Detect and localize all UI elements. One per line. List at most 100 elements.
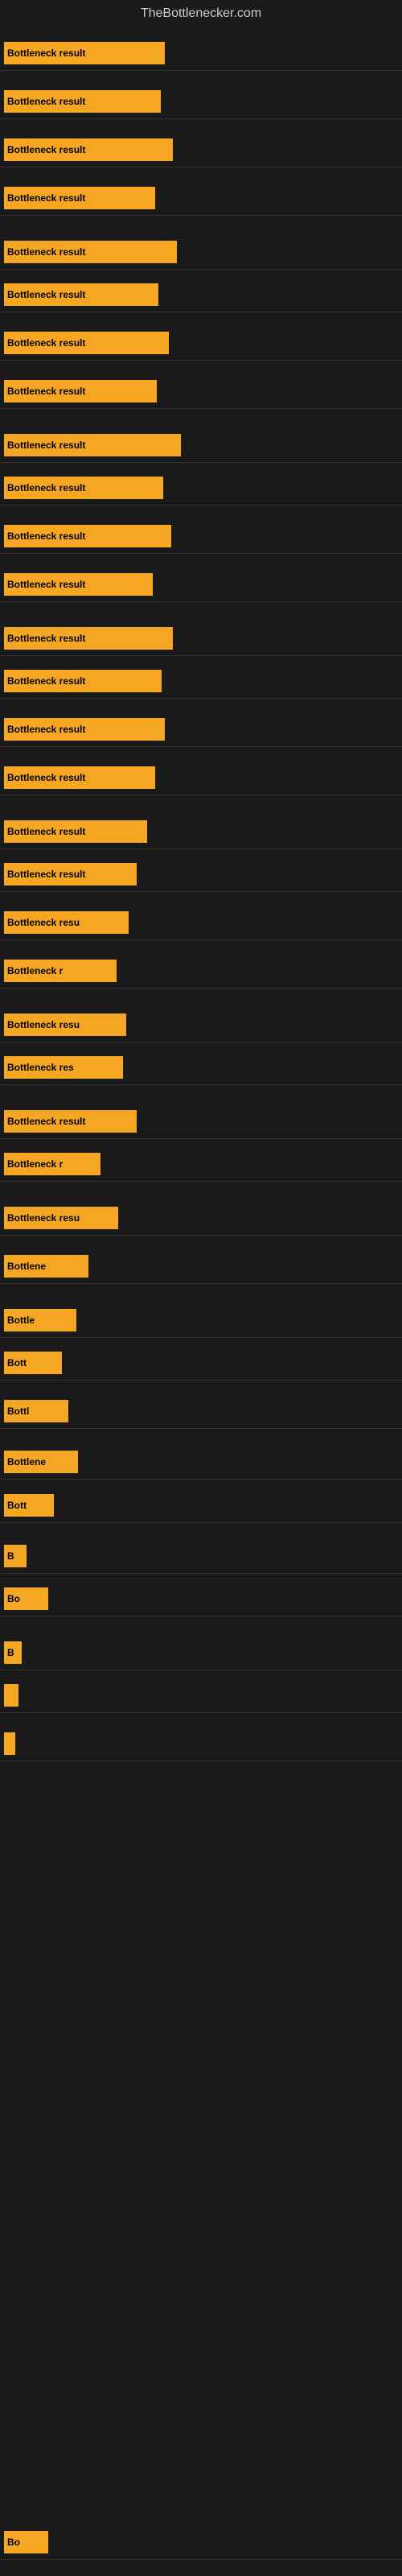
bar-item: B xyxy=(4,1545,27,1567)
bar-item: Bottleneck result xyxy=(4,670,162,692)
bar-label: Bottleneck result xyxy=(7,724,85,735)
bar-item: Bott xyxy=(4,1494,54,1517)
bar-item: Bottlene xyxy=(4,1451,78,1473)
divider-line xyxy=(0,360,402,361)
bar-label: Bottleneck result xyxy=(7,530,85,542)
bar-item: Bottleneck result xyxy=(4,718,165,741)
divider-line xyxy=(0,1181,402,1182)
bar-label: Bottleneck result xyxy=(7,1116,85,1127)
divider-line xyxy=(0,848,402,849)
bar-label: Bo xyxy=(7,1593,20,1604)
bar-label: Bott xyxy=(7,1357,27,1368)
bar-label: B xyxy=(7,1550,14,1562)
divider-line xyxy=(0,891,402,892)
bar-label: Bottleneck r xyxy=(7,1158,63,1170)
bar-item: Bottleneck result xyxy=(4,434,181,456)
divider-line xyxy=(0,2559,402,2560)
bar-item: Bottle xyxy=(4,1309,76,1331)
divider-line xyxy=(0,462,402,463)
bar-item: Bottleneck r xyxy=(4,960,117,982)
bar-label: Bottleneck result xyxy=(7,386,85,397)
bar-label: Bottleneck resu xyxy=(7,1212,80,1224)
bar-label: Bottleneck result xyxy=(7,633,85,644)
bar-item: Bottleneck result xyxy=(4,573,153,596)
bar-label: Bottleneck res xyxy=(7,1062,74,1073)
bar-label: Bottleneck result xyxy=(7,869,85,880)
divider-line xyxy=(0,1522,402,1523)
bar-label: Bottleneck result xyxy=(7,47,85,59)
bar-item: Bottleneck result xyxy=(4,627,173,650)
bar-label: B xyxy=(7,1647,14,1658)
bar-label: Bottlene xyxy=(7,1261,46,1272)
bar-item: Bottlene xyxy=(4,1255,88,1278)
bar-item xyxy=(4,1732,15,1755)
bar-item: Bottleneck result xyxy=(4,380,157,402)
bar-label: Bottleneck result xyxy=(7,144,85,155)
bar-item: Bottleneck result xyxy=(4,525,171,547)
bar-item: Bottl xyxy=(4,1400,68,1422)
bar-item: Bottleneck result xyxy=(4,138,173,161)
bar-label: Bottl xyxy=(7,1406,29,1417)
site-title: TheBottlenecker.com xyxy=(0,0,402,27)
bar-item: Bottleneck result xyxy=(4,187,155,209)
bar-item: Bottleneck res xyxy=(4,1056,123,1079)
bar-item: Bottleneck result xyxy=(4,42,165,64)
bar-item: Bottleneck result xyxy=(4,863,137,886)
bar-label: Bott xyxy=(7,1500,27,1511)
bar-item: Bottleneck r xyxy=(4,1153,100,1175)
bar-label: Bottleneck resu xyxy=(7,1019,80,1030)
divider-line xyxy=(0,1138,402,1139)
divider-line xyxy=(0,505,402,506)
bar-label: Bottleneck result xyxy=(7,192,85,204)
divider-line xyxy=(0,698,402,699)
divider-line xyxy=(0,601,402,602)
bar-item: Bottleneck result xyxy=(4,241,177,263)
bar-label: Bottleneck result xyxy=(7,440,85,451)
divider-line xyxy=(0,1084,402,1085)
bar-item: Bottleneck result xyxy=(4,477,163,499)
bar-label: Bottleneck result xyxy=(7,337,85,349)
bar-item: Bott xyxy=(4,1352,62,1374)
bar-item: Bo xyxy=(4,1587,48,1610)
bar-item: Bottleneck resu xyxy=(4,1013,126,1036)
bar-item: Bottleneck result xyxy=(4,820,147,843)
bar-label: Bottleneck result xyxy=(7,289,85,300)
bar-item: Bo xyxy=(4,2531,48,2553)
divider-line xyxy=(0,1428,402,1429)
divider-line xyxy=(0,408,402,409)
divider-line xyxy=(0,215,402,216)
bar-item: Bottleneck result xyxy=(4,90,161,113)
bar-label: Bottleneck result xyxy=(7,579,85,590)
divider-line xyxy=(0,1573,402,1574)
divider-line xyxy=(0,1235,402,1236)
bar-label: Bottlene xyxy=(7,1456,46,1468)
divider-line xyxy=(0,1283,402,1284)
bar-item: Bottleneck resu xyxy=(4,1207,118,1229)
bar-label: Bottleneck result xyxy=(7,96,85,107)
divider-line xyxy=(0,118,402,119)
bar-item: Bottleneck resu xyxy=(4,911,129,934)
bar-label: Bo xyxy=(7,2537,20,2548)
bar-item: Bottleneck result xyxy=(4,283,158,306)
divider-line xyxy=(0,1380,402,1381)
bar-label: Bottle xyxy=(7,1315,35,1326)
bar-item: Bottleneck result xyxy=(4,1110,137,1133)
divider-line xyxy=(0,939,402,940)
divider-line xyxy=(0,553,402,554)
divider-line xyxy=(0,746,402,747)
bar-label: Bottleneck resu xyxy=(7,917,80,928)
bar-label: Bottleneck result xyxy=(7,772,85,783)
divider-line xyxy=(0,70,402,71)
bar-item: Bottleneck result xyxy=(4,332,169,354)
divider-line xyxy=(0,988,402,989)
divider-line xyxy=(0,1337,402,1338)
chart-area: Bottleneck result Bottleneck result Bottle… xyxy=(0,27,402,2563)
bar-label: Bottleneck result xyxy=(7,826,85,837)
bar-item: Bottleneck result xyxy=(4,766,155,789)
divider-line xyxy=(0,655,402,656)
bar-item: B xyxy=(4,1641,22,1664)
bar-label: Bottleneck result xyxy=(7,482,85,493)
divider-line xyxy=(0,1479,402,1480)
bar-item xyxy=(4,1684,18,1707)
bar-label: Bottleneck result xyxy=(7,675,85,687)
